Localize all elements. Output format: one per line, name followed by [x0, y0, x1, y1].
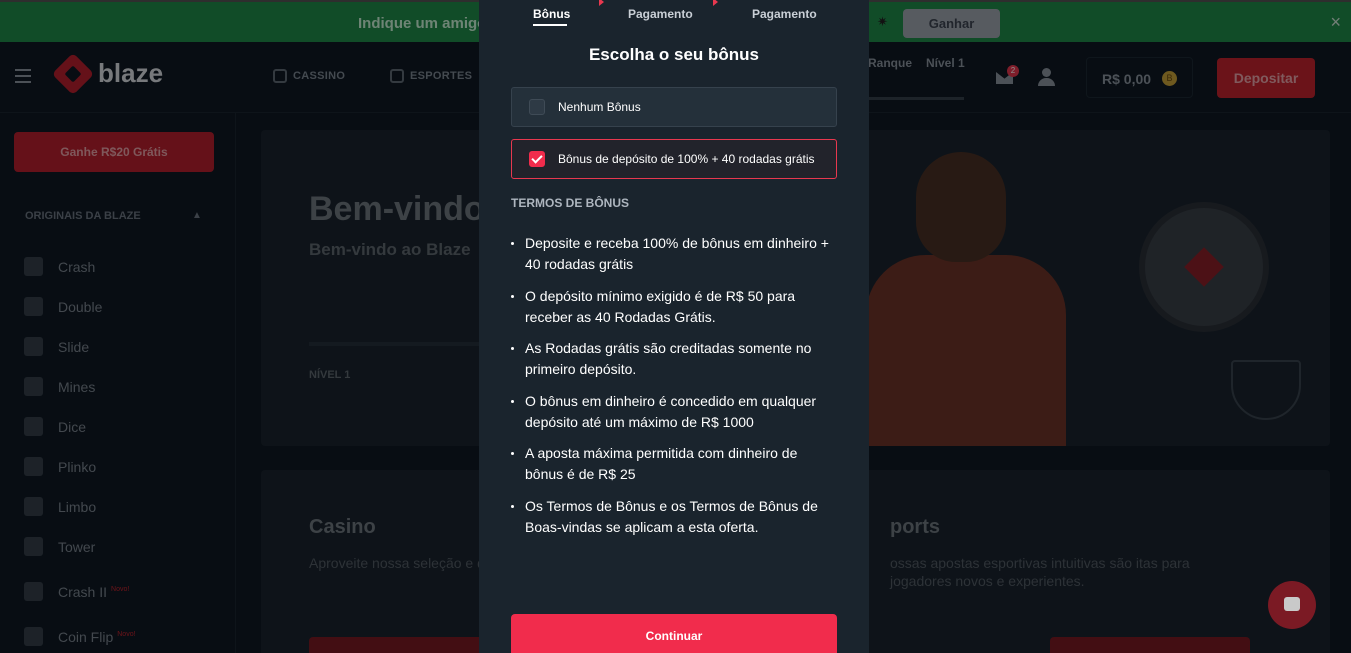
terms-item: A aposta máxima permitida com dinheiro d… [511, 443, 837, 485]
option-label: Bônus de depósito de 100% + 40 rodadas g… [558, 152, 815, 166]
terms-item: Os Termos de Bônus e os Termos de Bônus … [511, 496, 837, 538]
terms-list: Deposite e receba 100% de bônus em dinhe… [511, 233, 837, 548]
bonus-modal: Bônus Pagamento Pagamento Escolha o seu … [479, 0, 869, 653]
step-arrow-icon [599, 0, 604, 6]
step-active-indicator [533, 24, 567, 26]
checkout-steps: Bônus Pagamento Pagamento [479, 0, 869, 30]
terms-item: O depósito mínimo exigido é de R$ 50 par… [511, 286, 837, 328]
no-bonus-checkbox[interactable] [529, 99, 545, 115]
step-arrow-icon [713, 0, 718, 6]
option-no-bonus[interactable]: Nenhum Bônus [511, 87, 837, 127]
step-payment-confirm[interactable]: Pagamento [752, 7, 817, 21]
terms-heading: TERMOS DE BÔNUS [511, 196, 630, 210]
option-label: Nenhum Bônus [558, 100, 641, 114]
option-deposit-bonus[interactable]: Bônus de depósito de 100% + 40 rodadas g… [511, 139, 837, 179]
terms-item: O bônus em dinheiro é concedido em qualq… [511, 391, 837, 433]
chat-icon[interactable] [1268, 581, 1316, 629]
continue-button[interactable]: Continuar [511, 614, 837, 653]
terms-item: Deposite e receba 100% de bônus em dinhe… [511, 233, 837, 275]
step-bonus[interactable]: Bônus [533, 7, 570, 21]
terms-item: As Rodadas grátis são creditadas somente… [511, 338, 837, 380]
deposit-bonus-checkbox[interactable] [529, 151, 545, 167]
modal-title: Escolha o seu bônus [588, 45, 760, 64]
step-payment[interactable]: Pagamento [628, 7, 693, 21]
